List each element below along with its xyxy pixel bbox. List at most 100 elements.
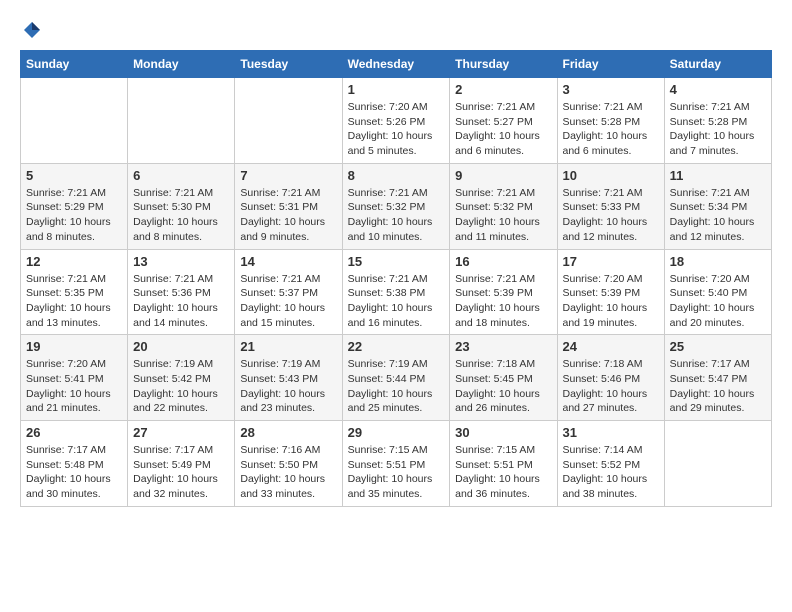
day-cell: 28 Sunrise: 7:16 AMSunset: 5:50 PMDayligh… (235, 421, 342, 507)
day-number: 8 (348, 168, 445, 183)
day-cell: 18 Sunrise: 7:20 AMSunset: 5:40 PMDayligh… (664, 249, 771, 335)
day-number: 27 (133, 425, 229, 440)
header-tuesday: Tuesday (235, 51, 342, 78)
day-info: Sunrise: 7:21 AMSunset: 5:31 PMDaylight:… (240, 186, 336, 245)
day-number: 29 (348, 425, 445, 440)
day-cell: 22 Sunrise: 7:19 AMSunset: 5:44 PMDayligh… (342, 335, 450, 421)
day-number: 3 (563, 82, 659, 97)
day-number: 25 (670, 339, 766, 354)
day-number: 23 (455, 339, 551, 354)
day-number: 6 (133, 168, 229, 183)
day-number: 14 (240, 254, 336, 269)
day-cell: 17 Sunrise: 7:20 AMSunset: 5:39 PMDayligh… (557, 249, 664, 335)
day-info: Sunrise: 7:20 AMSunset: 5:26 PMDaylight:… (348, 100, 445, 159)
day-info: Sunrise: 7:19 AMSunset: 5:42 PMDaylight:… (133, 357, 229, 416)
header-friday: Friday (557, 51, 664, 78)
day-cell: 9 Sunrise: 7:21 AMSunset: 5:32 PMDaylight… (450, 163, 557, 249)
day-info: Sunrise: 7:20 AMSunset: 5:41 PMDaylight:… (26, 357, 122, 416)
header-monday: Monday (128, 51, 235, 78)
day-cell: 16 Sunrise: 7:21 AMSunset: 5:39 PMDayligh… (450, 249, 557, 335)
day-cell (664, 421, 771, 507)
day-cell: 8 Sunrise: 7:21 AMSunset: 5:32 PMDaylight… (342, 163, 450, 249)
day-info: Sunrise: 7:15 AMSunset: 5:51 PMDaylight:… (455, 443, 551, 502)
day-cell: 2Sunrise: 7:21 AMSunset: 5:27 PMDaylight… (450, 78, 557, 164)
day-cell: 21 Sunrise: 7:19 AMSunset: 5:43 PMDayligh… (235, 335, 342, 421)
day-info: Sunrise: 7:21 AMSunset: 5:39 PMDaylight:… (455, 272, 551, 331)
day-info: Sunrise: 7:17 AMSunset: 5:49 PMDaylight:… (133, 443, 229, 502)
day-cell: 29 Sunrise: 7:15 AMSunset: 5:51 PMDayligh… (342, 421, 450, 507)
header-sunday: Sunday (21, 51, 128, 78)
day-number: 16 (455, 254, 551, 269)
day-cell (21, 78, 128, 164)
day-info: Sunrise: 7:19 AMSunset: 5:44 PMDaylight:… (348, 357, 445, 416)
day-number: 7 (240, 168, 336, 183)
day-number: 9 (455, 168, 551, 183)
day-number: 10 (563, 168, 659, 183)
day-cell: 26 Sunrise: 7:17 AMSunset: 5:48 PMDayligh… (21, 421, 128, 507)
logo (20, 20, 42, 40)
day-info: Sunrise: 7:21 AMSunset: 5:28 PMDaylight:… (670, 100, 766, 159)
day-number: 15 (348, 254, 445, 269)
calendar-table: SundayMondayTuesdayWednesdayThursdayFrid… (20, 50, 772, 507)
day-cell (235, 78, 342, 164)
day-cell: 20 Sunrise: 7:19 AMSunset: 5:42 PMDayligh… (128, 335, 235, 421)
day-number: 21 (240, 339, 336, 354)
day-cell: 3 Sunrise: 7:21 AMSunset: 5:28 PMDaylight… (557, 78, 664, 164)
day-info: Sunrise: 7:16 AMSunset: 5:50 PMDaylight:… (240, 443, 336, 502)
week-row-5: 26 Sunrise: 7:17 AMSunset: 5:48 PMDayligh… (21, 421, 772, 507)
day-number: 26 (26, 425, 122, 440)
day-info: Sunrise: 7:21 AMSunset: 5:35 PMDaylight:… (26, 272, 122, 331)
day-cell: 13Sunrise: 7:21 AMSunset: 5:36 PMDayligh… (128, 249, 235, 335)
day-cell: 11 Sunrise: 7:21 AMSunset: 5:34 PMDayligh… (664, 163, 771, 249)
day-cell: 27 Sunrise: 7:17 AMSunset: 5:49 PMDayligh… (128, 421, 235, 507)
header-thursday: Thursday (450, 51, 557, 78)
day-info: Sunrise: 7:21 AMSunset: 5:30 PMDaylight:… (133, 186, 229, 245)
day-info: Sunrise: 7:20 AMSunset: 5:40 PMDaylight:… (670, 272, 766, 331)
day-cell: 12 Sunrise: 7:21 AMSunset: 5:35 PMDayligh… (21, 249, 128, 335)
week-row-4: 19Sunrise: 7:20 AMSunset: 5:41 PMDayligh… (21, 335, 772, 421)
day-info: Sunrise: 7:21 AMSunset: 5:28 PMDaylight:… (563, 100, 659, 159)
day-info: Sunrise: 7:21 AMSunset: 5:32 PMDaylight:… (348, 186, 445, 245)
day-number: 5 (26, 168, 122, 183)
day-info: Sunrise: 7:14 AMSunset: 5:52 PMDaylight:… (563, 443, 659, 502)
day-cell: 6 Sunrise: 7:21 AMSunset: 5:30 PMDaylight… (128, 163, 235, 249)
day-number: 20 (133, 339, 229, 354)
day-number: 13 (133, 254, 229, 269)
day-info: Sunrise: 7:21 AMSunset: 5:34 PMDaylight:… (670, 186, 766, 245)
day-number: 17 (563, 254, 659, 269)
day-cell: 30 Sunrise: 7:15 AMSunset: 5:51 PMDayligh… (450, 421, 557, 507)
day-cell (128, 78, 235, 164)
page-header (20, 20, 772, 40)
day-info: Sunrise: 7:21 AMSunset: 5:32 PMDaylight:… (455, 186, 551, 245)
header-wednesday: Wednesday (342, 51, 450, 78)
day-cell: 10Sunrise: 7:21 AMSunset: 5:33 PMDayligh… (557, 163, 664, 249)
day-info: Sunrise: 7:17 AMSunset: 5:48 PMDaylight:… (26, 443, 122, 502)
day-cell: 15 Sunrise: 7:21 AMSunset: 5:38 PMDayligh… (342, 249, 450, 335)
week-row-3: 12 Sunrise: 7:21 AMSunset: 5:35 PMDayligh… (21, 249, 772, 335)
day-info: Sunrise: 7:20 AMSunset: 5:39 PMDaylight:… (563, 272, 659, 331)
header-saturday: Saturday (664, 51, 771, 78)
day-number: 22 (348, 339, 445, 354)
day-cell: 4 Sunrise: 7:21 AMSunset: 5:28 PMDaylight… (664, 78, 771, 164)
day-cell: 23 Sunrise: 7:18 AMSunset: 5:45 PMDayligh… (450, 335, 557, 421)
header-row: SundayMondayTuesdayWednesdayThursdayFrid… (21, 51, 772, 78)
day-info: Sunrise: 7:21 AMSunset: 5:27 PMDaylight:… (455, 100, 551, 159)
day-info: Sunrise: 7:15 AMSunset: 5:51 PMDaylight:… (348, 443, 445, 502)
day-info: Sunrise: 7:21 AMSunset: 5:38 PMDaylight:… (348, 272, 445, 331)
day-cell: 24Sunrise: 7:18 AMSunset: 5:46 PMDayligh… (557, 335, 664, 421)
day-number: 4 (670, 82, 766, 97)
day-number: 18 (670, 254, 766, 269)
day-info: Sunrise: 7:19 AMSunset: 5:43 PMDaylight:… (240, 357, 336, 416)
day-cell: 19Sunrise: 7:20 AMSunset: 5:41 PMDayligh… (21, 335, 128, 421)
day-number: 24 (563, 339, 659, 354)
week-row-1: 1Sunrise: 7:20 AMSunset: 5:26 PMDaylight… (21, 78, 772, 164)
day-info: Sunrise: 7:18 AMSunset: 5:45 PMDaylight:… (455, 357, 551, 416)
logo-icon (22, 20, 42, 40)
day-number: 28 (240, 425, 336, 440)
day-number: 31 (563, 425, 659, 440)
day-cell: 14 Sunrise: 7:21 AMSunset: 5:37 PMDayligh… (235, 249, 342, 335)
day-info: Sunrise: 7:21 AMSunset: 5:37 PMDaylight:… (240, 272, 336, 331)
day-number: 12 (26, 254, 122, 269)
day-number: 11 (670, 168, 766, 183)
day-number: 30 (455, 425, 551, 440)
